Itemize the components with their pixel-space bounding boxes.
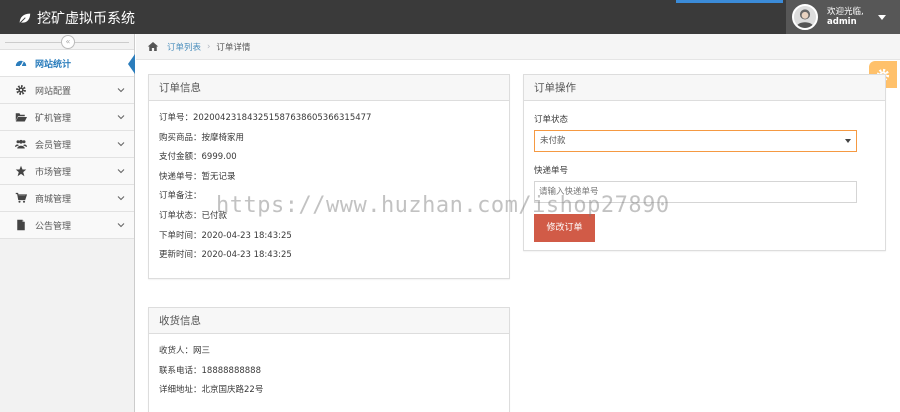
sidebar: « 网站统计 网站配置 矿机管理 会员管理 市场管理 商城管理 公告管理 [0, 34, 135, 412]
home-icon[interactable] [147, 41, 159, 52]
chevron-down-icon [117, 115, 125, 120]
breadcrumb-separator: › [207, 41, 211, 52]
user-text: 欢迎光临, admin [827, 7, 864, 27]
breadcrumb-current: 订单详情 [216, 42, 251, 53]
order-ops-panel: 订单操作 订单状态 未付款 快递单号 修改订单 [523, 74, 886, 251]
sidebar-item-site-stats[interactable]: 网站统计 [0, 50, 135, 77]
shipping-info-panel: 收货信息 收货人：网三 联系电话：18888888888 详细地址：北京国庆路2… [148, 307, 510, 412]
order-info-panel: 订单信息 订单号：2020042318432515876386053663154… [148, 74, 510, 279]
modify-order-button[interactable]: 修改订单 [534, 214, 595, 242]
panel-title: 收货信息 [149, 308, 509, 334]
chevron-down-icon [117, 169, 125, 174]
brand[interactable]: 挖矿虚拟币系统 [18, 8, 135, 28]
sidebar-item-miner[interactable]: 矿机管理 [0, 104, 134, 131]
receiver-phone: 联系电话：18888888888 [159, 365, 261, 376]
breadcrumb: 订单列表 › 订单详情 [136, 34, 900, 60]
order-status: 订单状态：已付款 [159, 210, 228, 221]
tracking-label: 快递单号 [534, 166, 569, 176]
navbar: 挖矿虚拟币系统 欢迎光临, admin [0, 0, 900, 34]
chevron-down-icon [117, 196, 125, 201]
sidebar-item-label: 商城管理 [35, 194, 72, 205]
sidebar-item-label: 网站配置 [35, 86, 72, 97]
dashboard-icon [15, 60, 27, 68]
order-number: 订单号：202004231843251587638605366315477 [159, 113, 372, 123]
order-updated-time: 更新时间：2020-04-23 18:43:25 [159, 250, 292, 261]
sidebar-item-label: 公告管理 [35, 221, 72, 232]
order-product: 购买商品：按摩椅家用 [159, 132, 245, 143]
status-label: 订单状态 [534, 115, 569, 125]
order-created-time: 下单时间：2020-04-23 18:43:25 [159, 230, 292, 241]
sidebar-collapse-bar: « [0, 34, 134, 50]
leaf-icon [19, 13, 31, 24]
chevron-down-icon [117, 142, 125, 147]
breadcrumb-link-order-list[interactable]: 订单列表 [167, 41, 201, 53]
top-highlight-bar [676, 0, 783, 3]
folder-open-icon [15, 113, 27, 122]
sidebar-item-label: 网站统计 [35, 59, 72, 70]
order-amount: 支付金额：6999.00 [159, 152, 237, 163]
chevron-down-icon [117, 88, 125, 93]
user-menu[interactable]: 欢迎光临, admin [786, 0, 900, 34]
sidebar-item-site-config[interactable]: 网站配置 [0, 77, 134, 104]
sidebar-item-label: 矿机管理 [35, 113, 72, 124]
double-chevron-left-icon[interactable]: « [61, 35, 75, 49]
star-icon [15, 165, 27, 177]
sidebar-item-shop[interactable]: 商城管理 [0, 185, 134, 212]
order-status-select[interactable]: 未付款 [534, 130, 857, 152]
panel-title: 订单操作 [524, 75, 885, 101]
receiver-name: 收货人：网三 [159, 346, 211, 356]
file-icon [17, 219, 25, 231]
gear-icon [16, 85, 26, 95]
user-greeting: 欢迎光临, [827, 7, 864, 17]
select-value: 未付款 [540, 136, 566, 146]
sidebar-item-market[interactable]: 市场管理 [0, 158, 134, 185]
sidebar-item-notice[interactable]: 公告管理 [0, 212, 134, 239]
sidebar-item-label: 会员管理 [35, 140, 72, 151]
caret-down-icon [878, 15, 886, 20]
app-title: 挖矿虚拟币系统 [37, 11, 135, 27]
user-name: admin [827, 17, 857, 27]
receiver-address: 详细地址：北京国庆路22号 [159, 385, 264, 396]
panel-title: 订单信息 [149, 75, 509, 101]
order-remark: 订单备注： [159, 191, 202, 202]
chevron-down-icon [117, 223, 125, 228]
users-icon [15, 139, 27, 149]
user-avatar-icon [794, 6, 816, 28]
caret-down-icon [845, 139, 851, 143]
cart-icon [15, 192, 27, 203]
tracking-number-input[interactable] [534, 181, 857, 203]
sidebar-item-label: 市场管理 [35, 167, 72, 178]
avatar [792, 4, 818, 30]
order-tracking: 快递单号：暂无记录 [159, 171, 236, 182]
sidebar-item-members[interactable]: 会员管理 [0, 131, 134, 158]
